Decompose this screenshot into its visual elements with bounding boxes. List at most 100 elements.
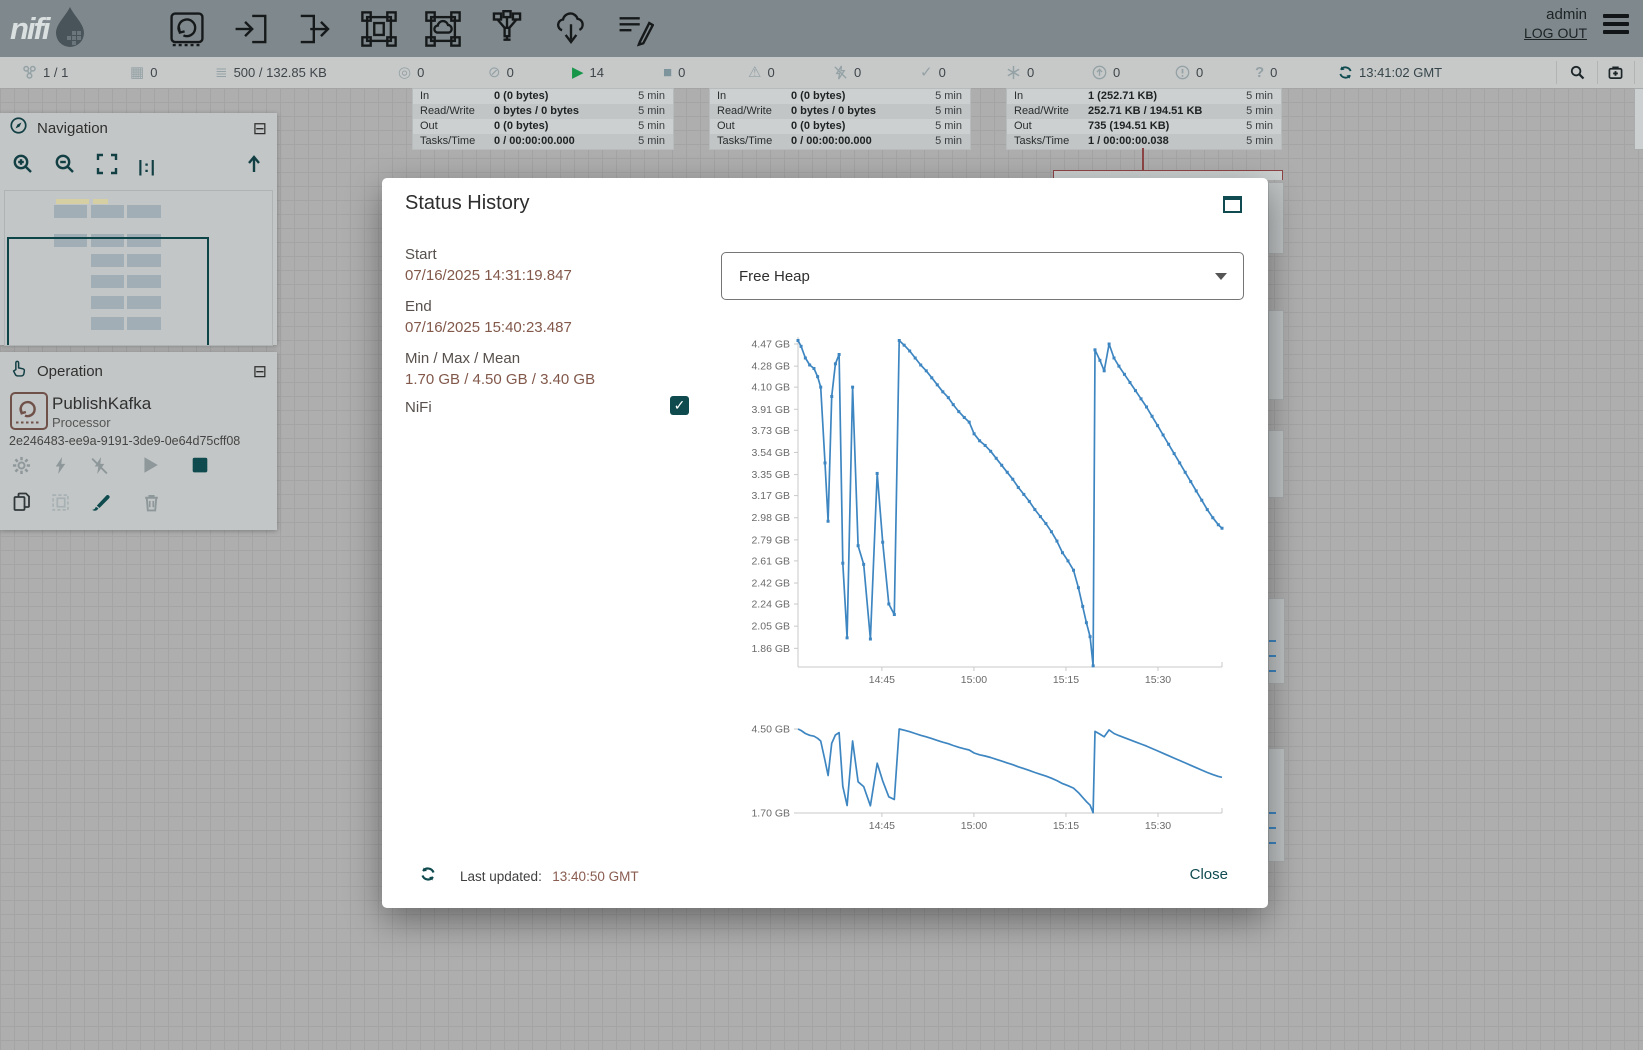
selected-component-name: PublishKafka [52,394,151,414]
remote-process-group-icon[interactable] [424,10,462,48]
status-disabled: 0 [833,57,861,88]
svg-text:15:15: 15:15 [1053,820,1079,832]
current-user: admin [1546,6,1587,23]
stop-icon: ■ [663,65,672,80]
start-play-icon[interactable] [140,455,160,475]
status-search[interactable] [1570,57,1585,88]
refresh-icon[interactable] [1338,65,1353,80]
free-heap-main-chart[interactable]: 4.47 GB4.28 GB4.10 GB3.91 GB3.73 GB3.54 … [742,333,1228,685]
collapse-icon[interactable]: ⊟ [253,120,267,137]
min-max-mean-label: Min / Max / Mean [405,350,595,367]
arrow-up-circle-icon [1092,65,1107,80]
svg-text:2.98 GB: 2.98 GB [751,512,790,524]
collapse-icon[interactable]: ⊟ [253,363,267,380]
configure-gear-icon[interactable] [12,456,31,475]
processor-icon[interactable] [168,10,206,48]
svg-text:2.61 GB: 2.61 GB [751,555,790,567]
zoom-actual-icon[interactable]: |:| [138,157,156,177]
status-remote-groups: ▦ 0 [130,57,157,88]
table-row: Tasks/Time1 / 00:00:00.0385 min [1007,134,1281,149]
component-fragment [1268,748,1285,862]
status-running: ▶ 14 [572,57,604,88]
zoom-in-icon[interactable] [12,153,34,180]
level-up-icon[interactable] [243,153,265,180]
input-port-icon[interactable] [232,10,270,48]
svg-text:1.70 GB: 1.70 GB [751,808,790,820]
table-row: In0 (0 bytes)5 min [413,89,673,104]
connection-line [1142,148,1144,170]
slash-circle-icon: ⊘ [488,65,501,80]
zoom-fit-icon[interactable] [96,153,118,180]
metric-dropdown[interactable]: Free Heap [721,252,1244,300]
component-fragment [1268,430,1284,498]
svg-text:14:45: 14:45 [869,820,895,832]
svg-text:4.50 GB: 4.50 GB [751,724,790,736]
process-group-icon[interactable] [360,10,398,48]
global-menu-icon[interactable] [1603,14,1629,34]
info-circle-icon [1175,65,1190,80]
dialog-title: Status History [405,192,529,215]
funnel-icon[interactable] [488,10,526,48]
status-bulletins[interactable] [1608,57,1623,88]
first-aid-kit-icon[interactable] [1608,65,1623,80]
last-updated-label: Last updated: [460,869,542,884]
svg-text:15:30: 15:30 [1145,820,1171,832]
target-icon: ◎ [398,65,411,80]
delete-trash-icon[interactable] [143,493,160,512]
table-row: Read/Write0 bytes / 0 bytes5 min [413,104,673,119]
series-checkbox[interactable]: ✓ [670,396,689,415]
asterisk-icon [1006,65,1021,80]
maximize-icon[interactable] [1223,196,1242,213]
end-label: End [405,298,572,315]
zoom-out-icon[interactable] [54,153,76,180]
svg-text:15:30: 15:30 [1145,674,1171,685]
svg-text:2.79 GB: 2.79 GB [751,534,790,546]
group-select-icon[interactable] [51,493,70,512]
output-port-icon[interactable] [296,10,334,48]
play-icon: ▶ [572,65,584,80]
free-heap-brush-chart[interactable]: 4.50 GB 1.70 GB 14:45 15:00 15:15 15:30 [742,723,1228,835]
operation-panel: Operation ⊟ PublishKafka Processor 2e246… [0,352,277,530]
nifi-logo-text: nifi [10,11,49,47]
table-row: Read/Write252.71 KB / 194.51 KB5 min [1007,104,1281,119]
status-not-transmitting: ⊘ 0 [488,57,514,88]
navigation-panel: Navigation ⊟ |:| [0,113,277,345]
cloud-template-icon[interactable] [552,10,590,48]
min-max-mean-field: Min / Max / Mean 1.70 GB / 4.50 GB / 3.4… [405,350,595,388]
svg-text:15:00: 15:00 [961,820,987,832]
svg-text:3.54 GB: 3.54 GB [751,447,790,459]
start-field: Start 07/16/2025 14:31:19.847 [405,246,572,284]
color-brush-icon[interactable] [90,493,111,512]
refresh-icon[interactable] [420,866,436,887]
cluster-icon [22,65,37,80]
svg-text:2.42 GB: 2.42 GB [751,578,790,590]
warning-icon: ⚠ [748,65,761,80]
svg-text:3.73 GB: 3.73 GB [751,425,790,437]
component-stats-table: In1 (252.71 KB)5 min Read/Write252.71 KB… [1006,88,1282,150]
close-button[interactable]: Close [1190,866,1228,883]
end-value: 07/16/2025 15:40:23.487 [405,319,572,336]
component-fragment [1634,88,1643,150]
grid-icon: ▦ [130,65,144,80]
logout-link[interactable]: LOG OUT [1524,25,1587,41]
stop-square-icon[interactable] [191,456,209,474]
component-toolbar [168,10,654,48]
svg-text:3.35 GB: 3.35 GB [751,469,790,481]
svg-text:4.10 GB: 4.10 GB [751,382,790,394]
end-field: End 07/16/2025 15:40:23.487 [405,298,572,336]
bolt-slash-icon [833,65,848,80]
component-stats-table: In0 (0 bytes)5 min Read/Write0 bytes / 0… [412,88,674,150]
component-fragment [1268,310,1284,400]
app-header: nifi admin LOG OUT [0,0,1643,57]
search-icon[interactable] [1570,65,1585,80]
component-fragment [1268,182,1284,254]
enable-bolt-icon[interactable] [52,456,69,475]
metric-dropdown-value: Free Heap [739,268,810,285]
series-nifi-label: NiFi [405,399,432,416]
minimap-viewport[interactable] [7,237,209,346]
disable-bolt-slash-icon[interactable] [90,456,109,475]
label-icon[interactable] [616,10,654,48]
nifi-droplet-icon [53,5,87,52]
birdseye-minimap[interactable] [4,190,273,346]
copy-icon[interactable] [12,492,31,512]
